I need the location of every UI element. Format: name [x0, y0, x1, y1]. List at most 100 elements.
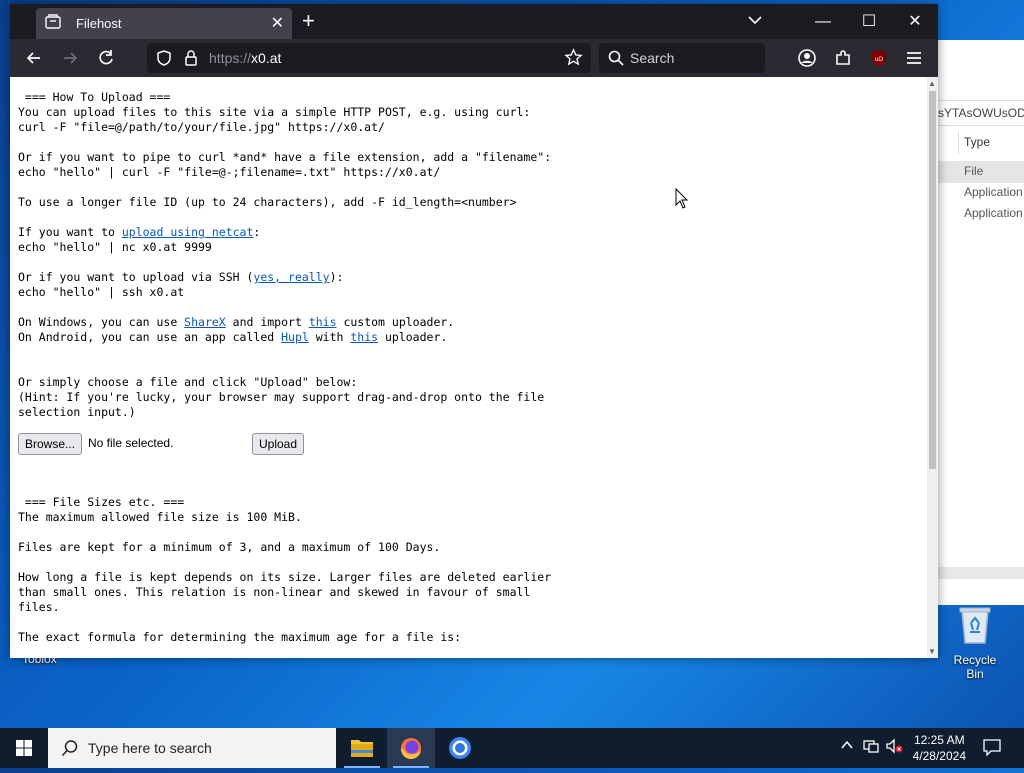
- recycle-bin-icon[interactable]: Recycle Bin: [945, 605, 1005, 681]
- url-text[interactable]: https://x0.at: [209, 50, 281, 66]
- search-bar[interactable]: Search: [599, 43, 765, 73]
- upload-heading: === How To Upload ===: [18, 90, 171, 104]
- text-fragment: and import: [225, 315, 309, 329]
- explorer-horizontal-scrollbar[interactable]: [938, 567, 1024, 579]
- text-fragment: On Windows, you can use: [18, 315, 185, 329]
- url-host: x0.at: [251, 50, 282, 66]
- text-line: echo "hello" | curl -F "file=@-;filename…: [18, 165, 441, 179]
- text-line: You can upload files to this site via a …: [18, 105, 531, 119]
- text-line: selection input.): [18, 405, 136, 419]
- forward-icon[interactable]: [60, 48, 80, 68]
- text-line: (Hint: If you're lucky, your browser may…: [18, 390, 545, 404]
- text-line: echo "hello" | ssh x0.at: [18, 285, 185, 299]
- maximize-button[interactable]: ☐: [846, 4, 892, 39]
- lock-icon[interactable]: [183, 49, 199, 72]
- windows-start-icon[interactable]: [0, 728, 48, 768]
- page-text-sizes: === File Sizes etc. === The maximum allo…: [18, 495, 551, 645]
- ublock-origin-icon[interactable]: uO: [869, 48, 889, 68]
- volume-muted-icon[interactable]: [885, 738, 903, 757]
- back-icon[interactable]: [24, 48, 44, 68]
- taskbar: Type here to search 12:25 AM 4/28/2024: [0, 728, 1024, 768]
- recycle-bin-glyph: [958, 605, 992, 644]
- text-line: How long a file is kept depends on its s…: [18, 570, 552, 584]
- text-line: Or if you want to pipe to curl *and* hav…: [18, 150, 552, 164]
- text-line: To use a longer file ID (up to 24 charac…: [18, 195, 517, 209]
- text-fragment: custom uploader.: [336, 315, 455, 329]
- reload-icon[interactable]: [96, 48, 116, 68]
- text-line: than small ones. This relation is non-li…: [18, 585, 531, 599]
- shield-icon[interactable]: [155, 49, 173, 72]
- tab-bar: Filehost ✕ + — ☐ ✕: [10, 4, 938, 39]
- close-tab-icon[interactable]: ✕: [271, 13, 284, 33]
- text-line: The exact formula for determining the ma…: [18, 630, 462, 644]
- yes-really-link[interactable]: yes, really: [253, 270, 329, 284]
- hupl-link[interactable]: Hupl: [281, 330, 309, 344]
- tab-title: Filehost: [76, 16, 122, 31]
- list-all-tabs-icon[interactable]: [747, 12, 763, 33]
- text-line: echo "hello" | nc x0.at 9999: [18, 240, 212, 254]
- clock-time: 12:25 AM: [913, 733, 965, 747]
- network-icon[interactable]: [863, 738, 879, 757]
- page-content: === How To Upload === You can upload fil…: [10, 77, 927, 658]
- file-selection-status: No file selected.: [88, 436, 174, 450]
- text-line: Or simply choose a file and click "Uploa…: [18, 375, 358, 389]
- recycle-bin-label: Recycle Bin: [953, 653, 997, 681]
- upload-form: Browse... No file selected. Upload: [18, 433, 318, 455]
- scrollbar-thumb[interactable]: [929, 91, 936, 469]
- search-icon: [61, 739, 79, 762]
- taskbar-search-placeholder: Type here to search: [88, 740, 212, 756]
- explorer-address-fragment[interactable]: sYTAsOWUsODY: [938, 100, 1024, 126]
- text-fragment: If you want to: [18, 225, 122, 239]
- upload-button[interactable]: Upload: [252, 433, 305, 455]
- firefox-taskbar-icon[interactable]: [387, 728, 435, 768]
- column-separator: [958, 132, 959, 154]
- account-icon[interactable]: [797, 48, 817, 68]
- close-window-button[interactable]: ✕: [892, 4, 938, 39]
- extensions-icon[interactable]: [833, 48, 853, 68]
- browse-button[interactable]: Browse...: [18, 433, 83, 455]
- explorer-row-type[interactable]: File: [964, 164, 983, 178]
- file-explorer-icon[interactable]: [338, 728, 386, 768]
- explorer-column-type[interactable]: Type: [964, 135, 990, 149]
- svg-text:uO: uO: [875, 57, 883, 63]
- taskbar-search-box[interactable]: Type here to search: [48, 728, 336, 768]
- page-text: === How To Upload === You can upload fil…: [18, 90, 551, 420]
- new-tab-button[interactable]: +: [302, 8, 315, 34]
- explorer-row-type[interactable]: Application: [964, 206, 1023, 220]
- url-bar[interactable]: https://x0.at: [147, 43, 591, 73]
- navigation-toolbar: https://x0.at Search uO: [10, 39, 938, 77]
- scroll-down-icon[interactable]: ▼: [928, 647, 936, 656]
- search-placeholder: Search: [630, 50, 675, 66]
- text-fragment: Or if you want to upload via SSH (: [18, 270, 254, 284]
- text-line: The maximum allowed file size is 100 MiB…: [18, 510, 302, 524]
- taskbar-clock[interactable]: 12:25 AM 4/28/2024: [913, 732, 966, 764]
- tab-page-icon: [44, 13, 62, 36]
- text-fragment: uploader.: [378, 330, 448, 344]
- sharex-link[interactable]: ShareX: [184, 315, 226, 329]
- background-explorer-window[interactable]: sYTAsOWUsODY Type File Application Appli…: [938, 40, 1024, 605]
- menu-icon[interactable]: [904, 48, 924, 68]
- clock-date: 4/28/2024: [912, 749, 966, 763]
- chrome-taskbar-icon[interactable]: [436, 728, 484, 768]
- mouse-cursor-icon: [675, 187, 689, 215]
- sharex-uploader-link[interactable]: this: [309, 315, 337, 329]
- page-vertical-scrollbar[interactable]: ▲ ▼: [927, 77, 938, 658]
- search-icon: [608, 50, 624, 71]
- upload-using-netcat-link[interactable]: upload using netcat: [122, 225, 254, 239]
- sizes-heading: === File Sizes etc. ===: [18, 495, 185, 509]
- firefox-window: Filehost ✕ + — ☐ ✕ https://x0.at Search …: [10, 4, 938, 658]
- text-fragment: :: [253, 225, 261, 239]
- bookmark-star-icon[interactable]: [564, 48, 583, 72]
- show-hidden-icons-chevron-icon[interactable]: [840, 738, 854, 755]
- hupl-uploader-link[interactable]: this: [350, 330, 378, 344]
- tab-filehost[interactable]: Filehost ✕: [36, 8, 292, 39]
- notifications-icon[interactable]: [982, 738, 1002, 759]
- scroll-up-icon[interactable]: ▲: [928, 79, 936, 88]
- explorer-row-type[interactable]: Application: [964, 185, 1023, 199]
- text-line: curl -F "file=@/path/to/your/file.jpg" h…: [18, 120, 385, 134]
- text-fragment: with: [308, 330, 351, 344]
- text-line: files.: [18, 600, 60, 614]
- text-line: Files are kept for a minimum of 3, and a…: [18, 540, 441, 554]
- minimize-button[interactable]: —: [800, 4, 846, 39]
- url-scheme: https://: [209, 50, 252, 66]
